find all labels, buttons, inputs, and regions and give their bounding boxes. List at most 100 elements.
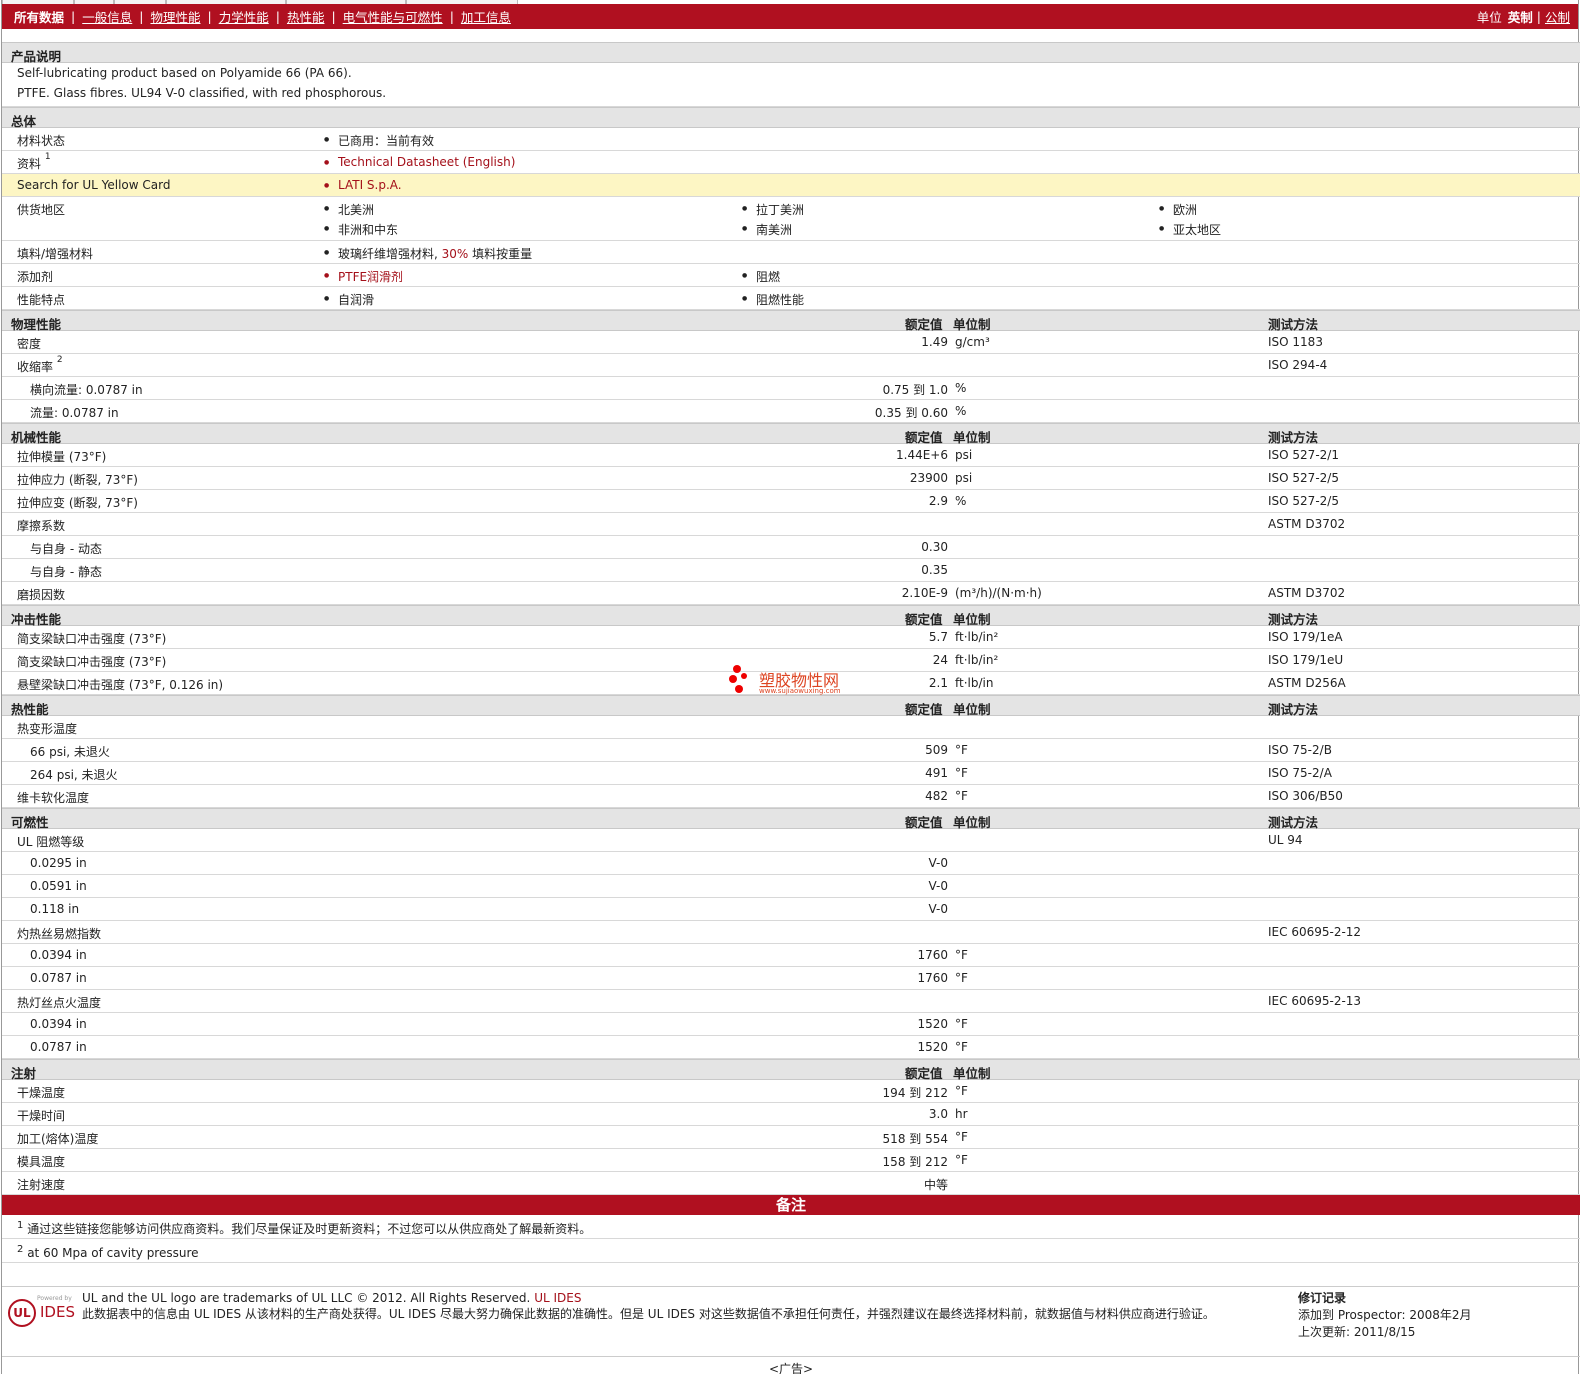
watermark-url: www.sujiaowuxing.com xyxy=(759,687,841,695)
test-method: ISO 306/B50 xyxy=(1268,789,1343,803)
row-additives: 添加剂 PTFE润滑剂 阻燃 xyxy=(2,264,1580,287)
property-unit: °F xyxy=(955,1040,968,1054)
property-value: 5.7 xyxy=(928,630,948,644)
additive-link[interactable]: PTFE润滑剂 xyxy=(324,268,403,285)
nav-link-physical[interactable]: 物理性能 xyxy=(150,7,200,26)
property-value: 24 xyxy=(932,653,948,667)
property-unit: °F xyxy=(955,948,968,962)
revision-history: 修订记录 添加到 Prospector: 2008年2月 上次更新: 2011/… xyxy=(1298,1290,1472,1341)
test-method: UL 94 xyxy=(1268,833,1303,847)
property-value: 2.9 xyxy=(928,494,948,508)
region-item: 拉丁美洲 xyxy=(742,201,804,218)
property-unit: ft·lb/in² xyxy=(955,630,999,644)
section-header-injection: 注射 额定值 单位制 xyxy=(2,1059,1580,1081)
row-features: 性能特点 自润滑 阻燃性能 xyxy=(2,287,1580,310)
property-value: V-0 xyxy=(928,902,948,916)
property-label: 加工(熔体)温度 xyxy=(17,1132,99,1146)
property-row: 0.0295 in V-0 xyxy=(2,852,1580,875)
property-row: 摩擦系数 ASTM D3702 xyxy=(2,513,1580,536)
property-unit: % xyxy=(955,381,967,395)
property-unit: °F xyxy=(955,1017,968,1031)
note-text: 1 通过这些链接您能够访问供应商资料。我们尽量保证及时更新资料；不过您可以从供应… xyxy=(17,1220,592,1236)
property-label: 0.0394 in xyxy=(30,948,87,962)
description-row: Self-lubricating product based on Polyam… xyxy=(2,63,1580,107)
notes-header: 备注 xyxy=(2,1195,1580,1215)
property-unit: °F xyxy=(955,743,968,757)
test-method: ISO 179/1eU xyxy=(1268,653,1344,667)
row-regions: 供货地区 北美洲 拉丁美洲 欧洲 非洲和中东 南美洲 亚太地区 xyxy=(2,197,1580,241)
property-unit: % xyxy=(955,404,967,418)
nav-link-mechanical[interactable]: 力学性能 xyxy=(219,7,269,26)
property-label: 0.0591 in xyxy=(30,879,87,893)
test-method: IEC 60695-2-13 xyxy=(1268,994,1362,1008)
region-item: 非洲和中东 xyxy=(324,221,398,238)
property-value: 518 到 554 xyxy=(882,1132,948,1146)
property-unit: °F xyxy=(955,789,968,803)
property-value: 491 xyxy=(925,766,948,780)
property-value: 0.35 到 0.60 xyxy=(874,406,948,420)
watermark: 塑胶物性网 www.sujiaowuxing.com xyxy=(729,665,859,705)
section-nav: 所有数据 | 一般信息 | 物理性能 | 力学性能 | 热性能 | 电气性能与可燃性 | 加… xyxy=(2,4,1578,29)
property-value: V-0 xyxy=(928,856,948,870)
property-row: 264 psi, 未退火 491 °F ISO 75-2/A xyxy=(2,762,1580,785)
property-row: 拉伸模量 (73°F) 1.44E+6 psi ISO 527-2/1 xyxy=(2,444,1580,467)
property-value: 2.10E-9 xyxy=(901,586,948,600)
property-row: 干燥时间 3.0 hr xyxy=(2,1103,1580,1126)
property-label: 磨损因数 xyxy=(17,588,66,602)
property-row: 0.0394 in 1760 °F xyxy=(2,944,1580,967)
property-row: 密度 1.49 g/cm³ ISO 1183 xyxy=(2,331,1580,354)
property-label: 拉伸应变 (断裂, 73°F) xyxy=(17,496,138,510)
property-label: 收缩率 2 xyxy=(17,355,63,374)
property-label: 维卡软化温度 xyxy=(17,791,90,805)
trademark-line: UL and the UL logo are trademarks of UL … xyxy=(82,1291,582,1305)
property-unit: psi xyxy=(955,448,973,462)
bullet-value: 阻燃 xyxy=(742,268,780,285)
datasheet-link[interactable]: Technical Datasheet (English) xyxy=(324,155,515,169)
test-method: ISO 75-2/A xyxy=(1268,766,1332,780)
nav-link-processing[interactable]: 加工信息 xyxy=(461,7,511,26)
property-label: 拉伸模量 (73°F) xyxy=(17,450,107,464)
property-row: 模具温度 158 到 212 °F xyxy=(2,1149,1580,1172)
property-label: 密度 xyxy=(17,337,42,351)
ul-card-link[interactable]: LATI S.p.A. xyxy=(324,178,402,192)
property-row: 横向流量: 0.0787 in 0.75 到 1.0% xyxy=(2,377,1580,400)
property-value: 482 xyxy=(925,789,948,803)
property-row: 拉伸应力 (断裂, 73°F) 23900 psi ISO 527-2/5 xyxy=(2,467,1580,490)
row-label: 供货地区 xyxy=(17,203,66,217)
property-value: V-0 xyxy=(928,879,948,893)
property-label: 干燥温度 xyxy=(17,1086,66,1100)
property-row: 0.0394 in 1520 °F xyxy=(2,1013,1580,1036)
test-method: ASTM D3702 xyxy=(1268,517,1346,531)
property-value: 3.0 xyxy=(928,1107,948,1121)
property-value: 1520 xyxy=(917,1040,948,1054)
page-frame: 所有数据 | 一般信息 | 物理性能 | 力学性能 | 热性能 | 电气性能与可燃性 | 加… xyxy=(1,0,1580,1374)
region-item: 欧洲 xyxy=(1159,201,1197,218)
test-method: ISO 1183 xyxy=(1268,335,1323,349)
property-label: 与自身 - 静态 xyxy=(30,565,102,579)
property-value: 158 到 212 xyxy=(882,1155,948,1169)
nav-link-general[interactable]: 一般信息 xyxy=(82,7,132,26)
section-header-physical: 物理性能 额定值 单位制 测试方法 xyxy=(2,310,1580,332)
property-value: 1.44E+6 xyxy=(896,448,948,462)
ul-ides-link[interactable]: UL IDES xyxy=(534,1291,581,1305)
property-label: 0.118 in xyxy=(30,902,80,916)
property-row: 流量: 0.0787 in 0.35 到 0.60% xyxy=(2,400,1580,423)
row-material-status: 材料状态 已商用：当前有效 xyxy=(2,128,1580,151)
nav-link-electrical[interactable]: 电气性能与可燃性 xyxy=(343,7,443,26)
test-method: ISO 294-4 xyxy=(1268,358,1328,372)
property-label: 66 psi, 未退火 xyxy=(30,745,110,759)
row-label: 资料 1 xyxy=(17,152,51,171)
property-unit: hr xyxy=(955,1107,968,1121)
unit-metric-link[interactable]: 公制 xyxy=(1545,7,1570,26)
property-row: 干燥温度 194 到 212 °F xyxy=(2,1080,1580,1103)
property-label: 0.0394 in xyxy=(30,1017,87,1031)
region-item: 南美洲 xyxy=(742,221,792,238)
property-label: 拉伸应力 (断裂, 73°F) xyxy=(17,473,138,487)
property-row: UL 阻燃等级 UL 94 xyxy=(2,829,1580,852)
property-unit: (m³/h)/(N·m·h) xyxy=(955,586,1042,600)
property-unit: °F xyxy=(955,1153,968,1167)
property-row: 加工(熔体)温度 518 到 554 °F xyxy=(2,1126,1580,1149)
property-value: 2.1 xyxy=(928,676,948,690)
test-method: ISO 527-2/5 xyxy=(1268,471,1339,485)
nav-link-thermal[interactable]: 热性能 xyxy=(287,7,325,26)
